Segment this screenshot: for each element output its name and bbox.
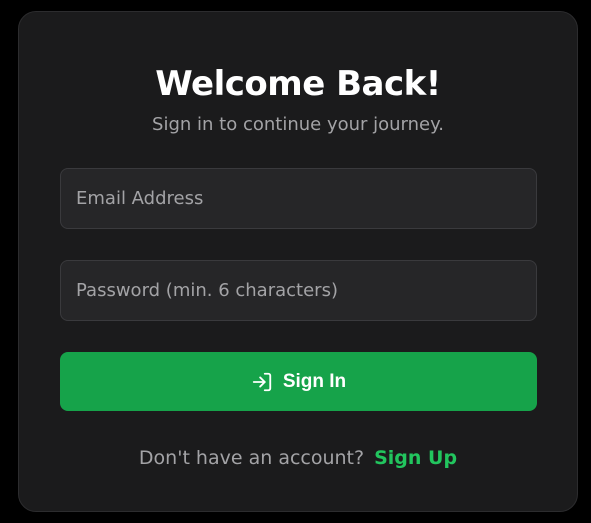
sign-in-label: Sign In bbox=[282, 370, 347, 392]
password-field[interactable] bbox=[60, 260, 537, 321]
page-title: Welcome Back! bbox=[155, 64, 441, 104]
signup-prompt: Don't have an account? Sign Up bbox=[19, 446, 577, 470]
email-field[interactable] bbox=[60, 168, 537, 229]
signup-prompt-text: Don't have an account? bbox=[138, 447, 365, 469]
sign-in-button[interactable]: Sign In bbox=[60, 352, 537, 411]
log-in-icon bbox=[251, 371, 273, 393]
login-card: Welcome Back! Sign in to continue your j… bbox=[18, 11, 578, 512]
sign-up-link[interactable]: Sign Up bbox=[374, 447, 457, 469]
page-subtitle: Sign in to continue your journey. bbox=[152, 114, 444, 135]
